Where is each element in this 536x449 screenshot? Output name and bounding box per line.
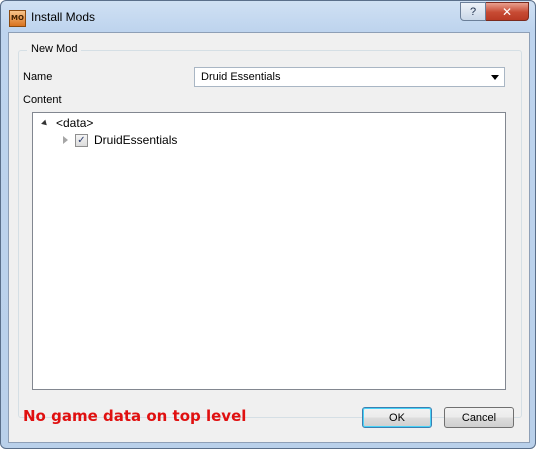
group-title: New Mod: [27, 43, 82, 55]
mod-organizer-icon: MO: [9, 10, 26, 27]
window-title: Install Mods: [31, 10, 96, 24]
install-mods-dialog: MO Install Mods ? ✕ New Mod Name Druid E…: [0, 0, 536, 449]
tree-item-data[interactable]: <data>: [41, 114, 94, 132]
chevron-down-icon[interactable]: [491, 75, 499, 80]
cancel-button[interactable]: Cancel: [444, 407, 514, 428]
tree-item-druidessentials[interactable]: ✓ DruidEssentials: [63, 131, 177, 149]
dialog-body: New Mod Name Druid Essentials Content <d…: [8, 32, 530, 443]
close-icon: ✕: [501, 4, 513, 19]
status-error-message: No game data on top level: [23, 407, 247, 425]
ok-button[interactable]: OK: [362, 407, 432, 428]
caption-buttons: ? ✕: [460, 2, 529, 21]
name-label: Name: [23, 71, 53, 83]
content-tree[interactable]: <data> ✓ DruidEssentials: [32, 112, 506, 390]
collapsed-arrow-icon[interactable]: [63, 136, 68, 144]
help-button[interactable]: ?: [460, 2, 486, 21]
name-combobox[interactable]: Druid Essentials: [194, 67, 505, 87]
tree-item-label: <data>: [56, 116, 94, 130]
title-bar[interactable]: MO Install Mods ? ✕: [1, 1, 535, 31]
tree-item-checkbox[interactable]: ✓: [75, 133, 88, 147]
name-value[interactable]: Druid Essentials: [201, 71, 280, 83]
help-icon: ?: [469, 5, 477, 18]
content-label: Content: [23, 94, 62, 106]
tree-item-label: DruidEssentials: [94, 133, 178, 147]
close-button[interactable]: ✕: [486, 2, 529, 21]
expanded-arrow-icon[interactable]: [41, 119, 49, 127]
